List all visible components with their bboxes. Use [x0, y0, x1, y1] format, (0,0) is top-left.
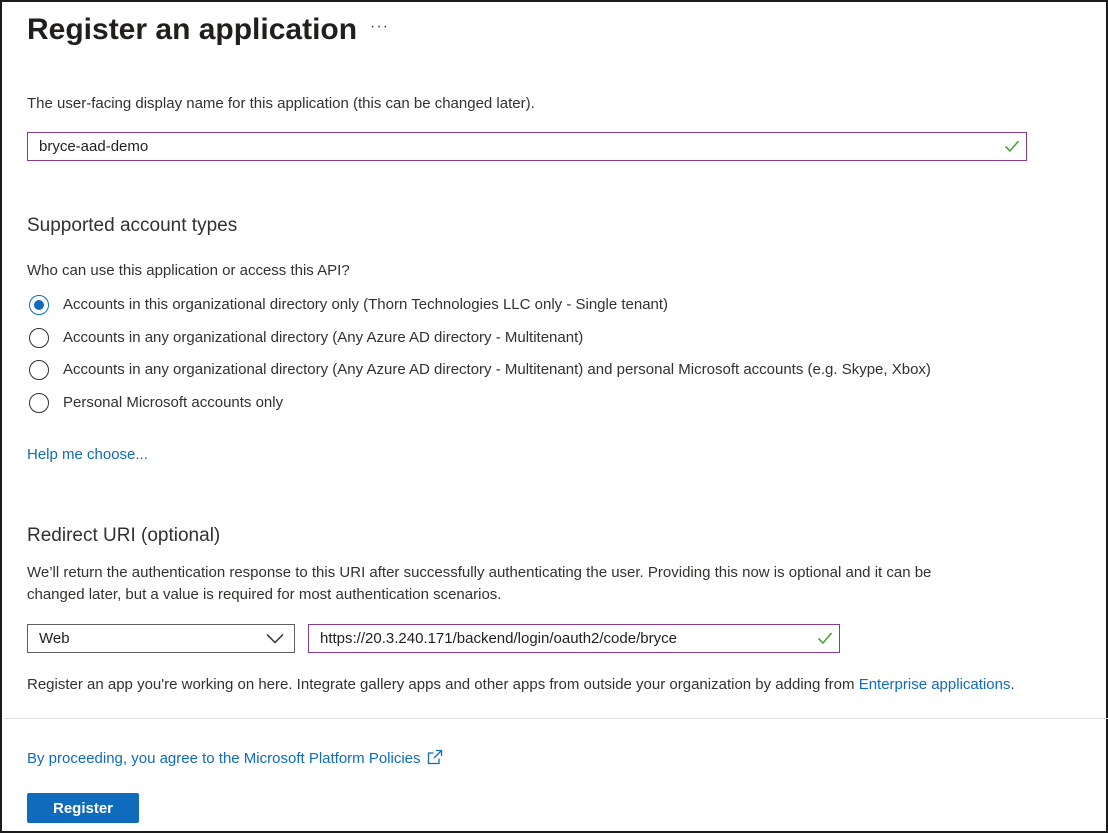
valid-check-icon	[1004, 140, 1020, 153]
gallery-note: Register an app you're working on here. …	[27, 675, 1015, 695]
platform-select-value: Web	[39, 630, 70, 647]
display-name-input[interactable]: bryce-aad-demo	[27, 132, 1027, 161]
account-types-heading: Supported account types	[27, 215, 238, 236]
radio-button[interactable]	[29, 393, 49, 413]
redirect-uri-heading: Redirect URI (optional)	[27, 525, 221, 546]
platform-policies-label: By proceeding, you agree to the Microsof…	[27, 750, 421, 767]
register-button[interactable]: Register	[27, 793, 139, 823]
redirect-description-line2: changed later, but a value is required f…	[27, 586, 502, 603]
account-option-label: Accounts in any organizational directory…	[63, 329, 584, 346]
radio-button[interactable]	[29, 360, 49, 380]
account-option-label: Personal Microsoft accounts only	[63, 394, 284, 411]
account-option-multitenant-personal[interactable]: Accounts in any organizational directory…	[29, 359, 1029, 385]
footer-divider	[4, 718, 1108, 719]
valid-check-icon	[817, 632, 833, 645]
page-title: Register an application	[27, 13, 358, 46]
platform-select[interactable]: Web	[27, 624, 295, 653]
help-me-choose-link[interactable]: Help me choose...	[27, 445, 148, 465]
radio-button[interactable]	[29, 295, 49, 315]
display-name-description: The user-facing display name for this ap…	[27, 95, 535, 112]
gallery-note-text: Register an app you're working on here. …	[27, 676, 859, 693]
gallery-note-suffix: .	[1010, 676, 1015, 693]
external-link-icon	[427, 749, 442, 765]
account-option-label: Accounts in this organizational director…	[63, 296, 669, 313]
account-types-question: Who can use this application or access t…	[27, 262, 350, 279]
redirect-uri-input[interactable]: https://20.3.240.171/backend/login/oauth…	[308, 624, 840, 653]
account-option-multitenant[interactable]: Accounts in any organizational directory…	[29, 327, 1029, 353]
account-option-personal-only[interactable]: Personal Microsoft accounts only	[29, 392, 1029, 418]
radio-button[interactable]	[29, 328, 49, 348]
display-name-value: bryce-aad-demo	[39, 138, 149, 155]
enterprise-applications-link[interactable]: Enterprise applications	[859, 676, 1011, 693]
redirect-uri-value: https://20.3.240.171/backend/login/oauth…	[320, 630, 677, 647]
redirect-description-line1: We’ll return the authentication response…	[27, 564, 932, 581]
window-frame: Register an application ··· The user-fac…	[0, 0, 1108, 833]
account-option-single-tenant[interactable]: Accounts in this organizational director…	[29, 294, 1029, 320]
platform-policies-link[interactable]: By proceeding, you agree to the Microsof…	[27, 749, 443, 769]
account-option-label: Accounts in any organizational directory…	[63, 361, 931, 378]
more-options-icon[interactable]: ···	[370, 18, 389, 36]
chevron-down-icon	[266, 633, 284, 644]
